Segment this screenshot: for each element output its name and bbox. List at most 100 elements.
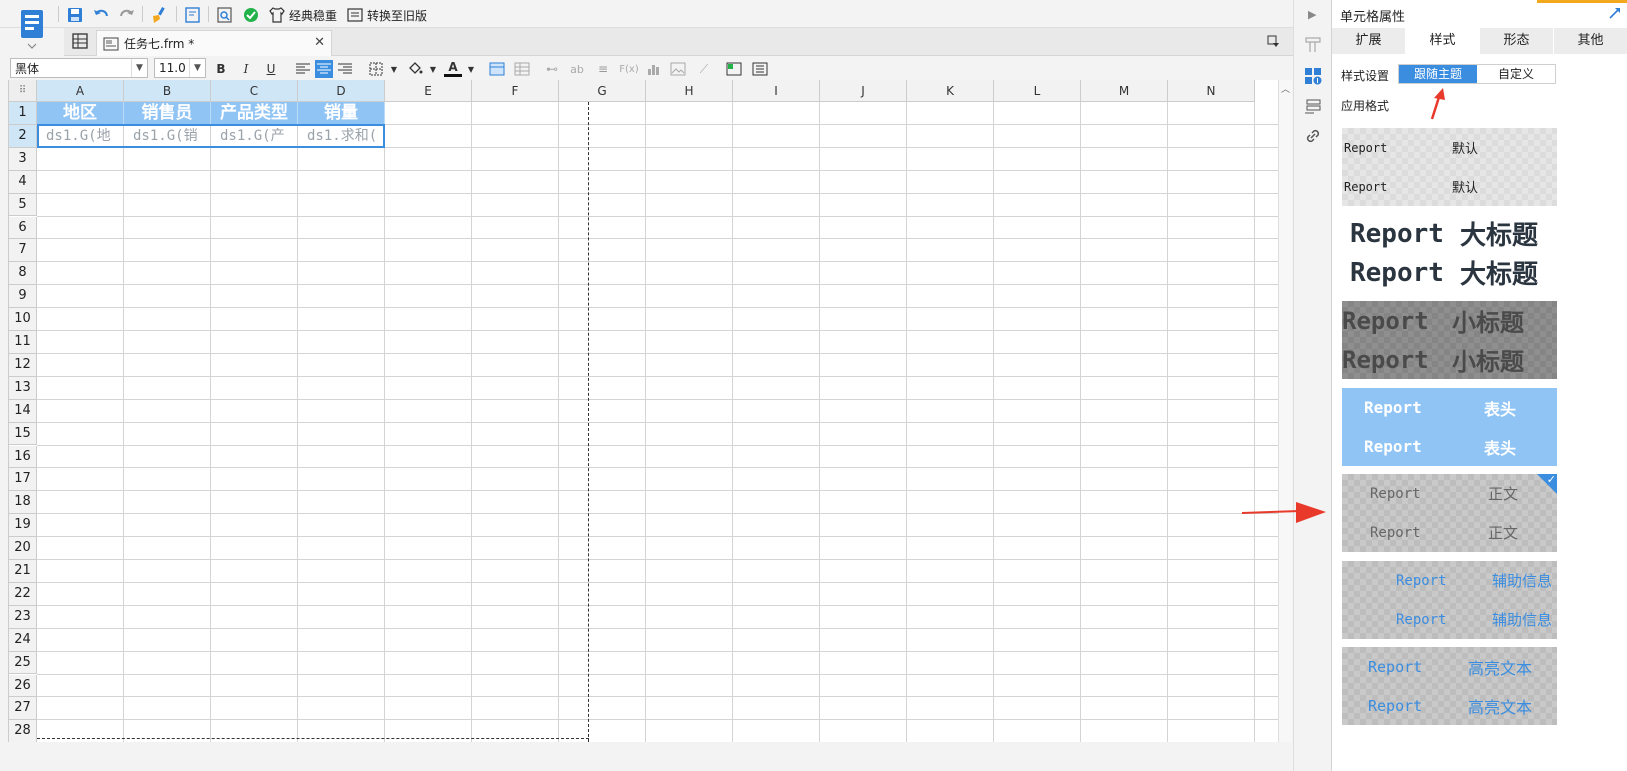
row-header-6[interactable]: 6: [9, 216, 37, 240]
header-cell[interactable]: 产品类型: [211, 102, 298, 124]
row-header-1[interactable]: 1: [9, 102, 37, 125]
row-header-5[interactable]: 5: [9, 193, 37, 217]
style-preset-card[interactable]: Report 高亮文本 Report 高亮文本: [1342, 647, 1557, 725]
save-button[interactable]: [66, 4, 84, 26]
search-preview-button[interactable]: [216, 4, 234, 26]
chart-icon[interactable]: [645, 60, 663, 78]
format-brush-button[interactable]: [150, 4, 168, 26]
row-header-23[interactable]: 23: [9, 605, 37, 629]
row-header-21[interactable]: 21: [9, 560, 37, 583]
style-preset-card[interactable]: Report 表头 Report 表头: [1342, 388, 1557, 466]
sheet-icon[interactable]: [751, 60, 769, 78]
header-cell[interactable]: 地区: [37, 102, 124, 124]
font-color-button[interactable]: A: [444, 60, 462, 77]
column-header-f[interactable]: F: [472, 80, 559, 102]
row-header-13[interactable]: 13: [9, 376, 37, 400]
style-preset-card[interactable]: Report 大标题 Report 大标题: [1342, 214, 1557, 292]
chevron-up-icon[interactable]: ︿: [1281, 82, 1290, 95]
convert-old-version-button[interactable]: 转换至旧版: [346, 4, 427, 26]
close-icon[interactable]: ✕: [314, 35, 325, 50]
column-header-i[interactable]: I: [733, 80, 820, 102]
style-preset-card[interactable]: Report 小标题 Report 小标题: [1342, 301, 1557, 379]
text-ab-button[interactable]: ab: [568, 60, 586, 78]
freeze-icon[interactable]: [725, 60, 743, 78]
column-header-d[interactable]: D: [298, 80, 385, 102]
cell-attributes-icon[interactable]: [1303, 66, 1323, 86]
file-tab[interactable]: 任务七.frm * ✕: [96, 30, 332, 56]
align-center-button[interactable]: [315, 60, 333, 78]
image-icon[interactable]: [669, 60, 687, 78]
row-header-7[interactable]: 7: [9, 239, 37, 263]
column-header-l[interactable]: L: [994, 80, 1081, 102]
border-button[interactable]: [367, 60, 385, 78]
column-header-g[interactable]: G: [559, 80, 646, 102]
tab-expand[interactable]: 扩展: [1332, 28, 1406, 54]
tab-menu-icon[interactable]: [1266, 34, 1280, 51]
tab-style[interactable]: 样式: [1406, 28, 1480, 54]
follow-theme-option[interactable]: 跟随主题: [1399, 65, 1477, 83]
spreadsheet-grid[interactable]: ⠿ ABCDEFGHIJKLMN 1 2 3 4 5 6 7 8 9 10 11 12 13 14 15 16…: [8, 80, 1285, 742]
grid-view-icon[interactable]: [72, 33, 88, 52]
tab-shape[interactable]: 形态: [1480, 28, 1554, 54]
column-header-h[interactable]: H: [646, 80, 733, 102]
column-header-n[interactable]: N: [1168, 80, 1255, 102]
tab-other[interactable]: 其他: [1554, 28, 1627, 54]
row-header-22[interactable]: 22: [9, 582, 37, 606]
column-header-j[interactable]: J: [820, 80, 907, 102]
row-header-2[interactable]: 2: [9, 124, 37, 148]
formula-button[interactable]: F(x): [618, 60, 640, 78]
row-header-15[interactable]: 15: [9, 422, 37, 446]
header-cell[interactable]: 销售员: [124, 102, 211, 124]
vertical-scrollbar[interactable]: ︿: [1278, 80, 1292, 742]
row-header-16[interactable]: 16: [9, 445, 37, 469]
font-family-select[interactable]: 黑体 ▼: [10, 58, 148, 78]
column-header-k[interactable]: K: [907, 80, 994, 102]
row-header-19[interactable]: 19: [9, 514, 37, 538]
style-preset-card[interactable]: Report 辅助信息 Report 辅助信息: [1342, 561, 1557, 639]
redo-button[interactable]: [118, 4, 136, 26]
row-header-17[interactable]: 17: [9, 468, 37, 492]
underline-button[interactable]: U: [262, 60, 280, 78]
row-header-11[interactable]: 11: [9, 331, 37, 354]
column-header-b[interactable]: B: [124, 80, 211, 102]
row-header-24[interactable]: 24: [9, 628, 37, 652]
hyperlink-icon[interactable]: [1303, 126, 1323, 146]
collapse-arrow-icon[interactable]: ▶: [1308, 8, 1316, 21]
column-header-e[interactable]: E: [385, 80, 472, 102]
italic-button[interactable]: I: [237, 60, 255, 78]
style-preset-card[interactable]: Report 默认 Report 默认: [1342, 128, 1557, 206]
classic-theme-button[interactable]: 经典稳重: [268, 4, 337, 26]
column-header-c[interactable]: C: [211, 80, 298, 102]
select-all-corner[interactable]: ⠿: [9, 80, 37, 102]
text-align-icon[interactable]: ≡: [594, 60, 612, 78]
layers-icon[interactable]: [1303, 96, 1323, 116]
style-preset-card[interactable]: Report 正文 Report 正文 ✓: [1342, 474, 1557, 552]
row-header-10[interactable]: 10: [9, 308, 37, 331]
bold-button[interactable]: B: [212, 60, 230, 78]
row-header-14[interactable]: 14: [9, 399, 37, 423]
row-header-20[interactable]: 20: [9, 537, 37, 560]
preview-button[interactable]: [184, 4, 202, 26]
link-icon[interactable]: ⊷: [543, 60, 561, 78]
align-right-button[interactable]: [336, 60, 354, 78]
row-header-26[interactable]: 26: [9, 674, 37, 698]
chevron-down-icon[interactable]: ▼: [424, 60, 442, 78]
fill-color-button[interactable]: [406, 60, 424, 78]
chevron-down-icon[interactable]: ▼: [385, 60, 403, 78]
slash-icon[interactable]: ⟋: [695, 60, 713, 78]
insert-table-button[interactable]: [488, 60, 506, 78]
grid-icon[interactable]: [513, 60, 531, 78]
row-header-4[interactable]: 4: [9, 170, 37, 194]
custom-option[interactable]: 自定义: [1477, 65, 1555, 83]
row-header-27[interactable]: 27: [9, 697, 37, 721]
row-header-3[interactable]: 3: [9, 147, 37, 171]
align-left-button[interactable]: [294, 60, 312, 78]
row-header-8[interactable]: 8: [9, 262, 37, 286]
check-button[interactable]: [242, 4, 260, 26]
app-logo-icon[interactable]: [14, 6, 50, 50]
font-size-select[interactable]: 11.0 ▼: [154, 58, 206, 78]
row-header-28[interactable]: 28: [9, 720, 37, 742]
chevron-down-icon[interactable]: ▼: [462, 60, 480, 78]
undo-button[interactable]: [92, 4, 110, 26]
header-cell[interactable]: 销量: [298, 102, 385, 124]
